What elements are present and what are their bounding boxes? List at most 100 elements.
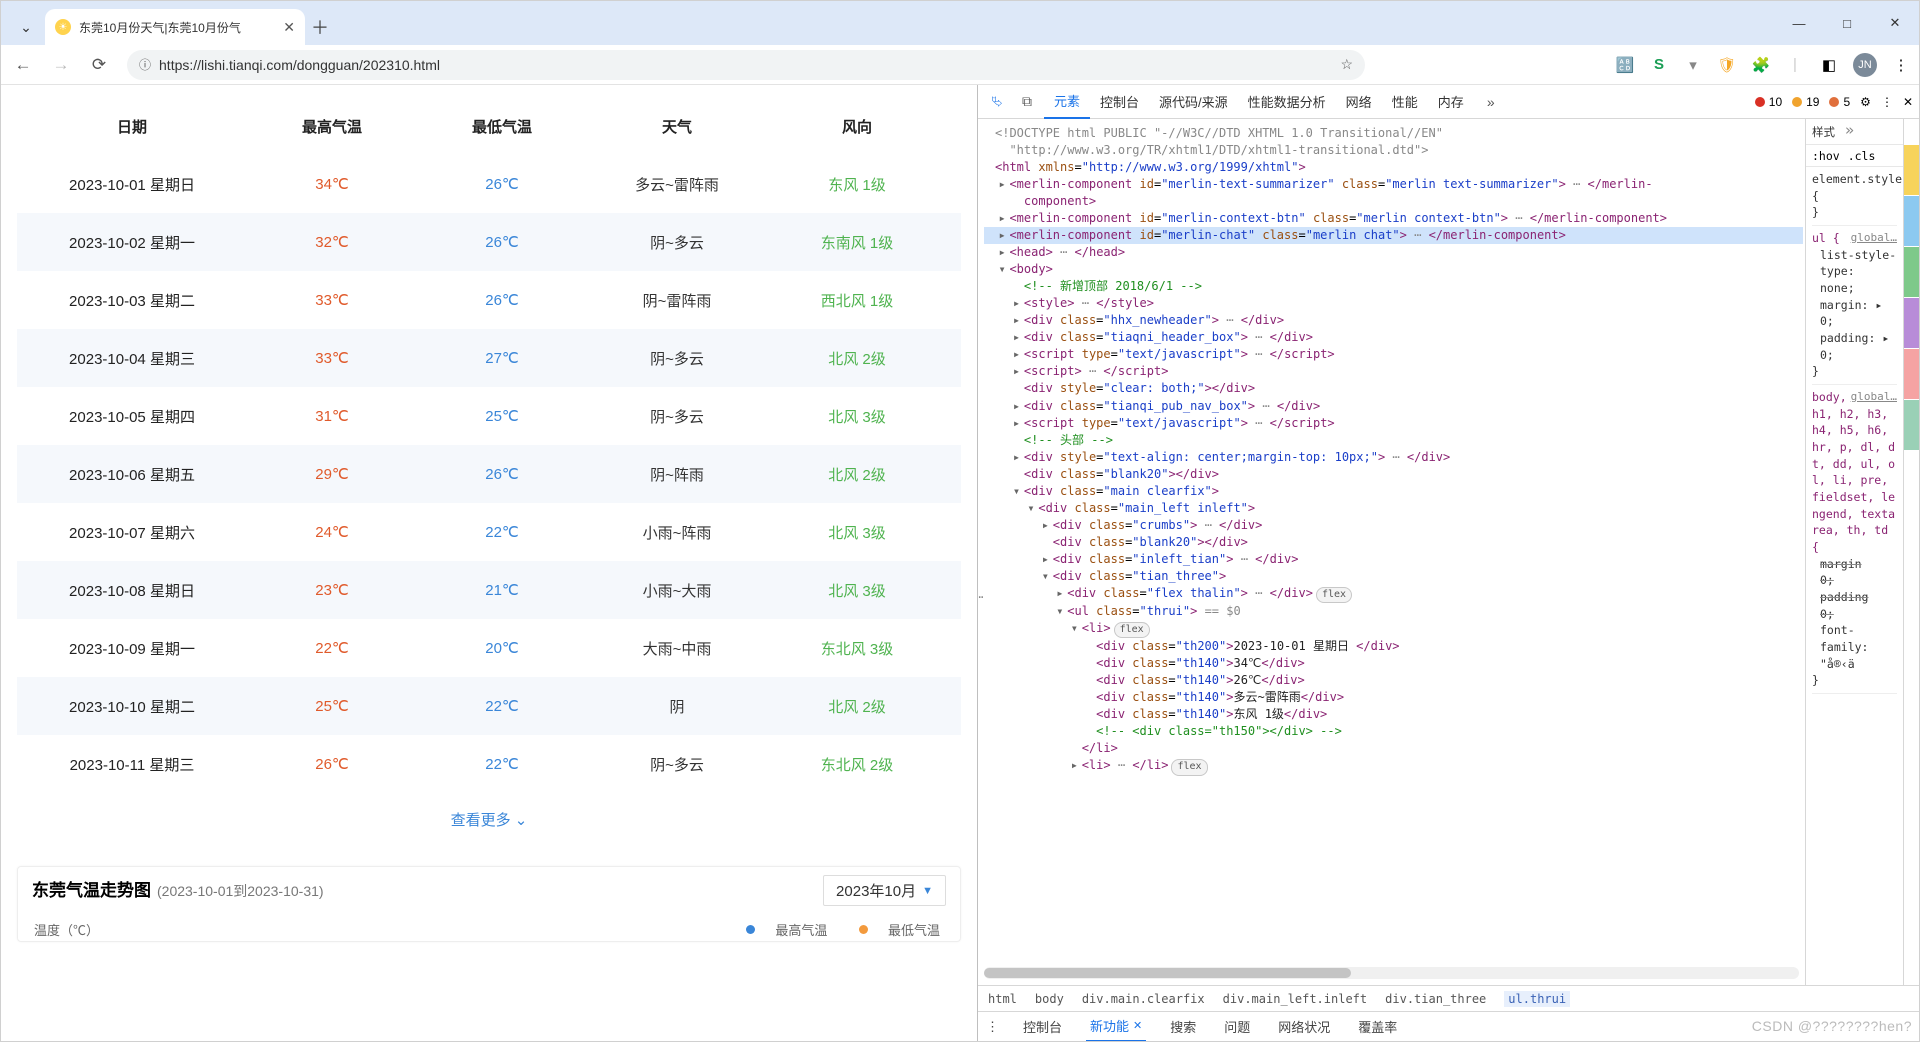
- show-more-link[interactable]: 查看更多 ⌄: [17, 793, 961, 850]
- devtools-menu-icon[interactable]: ⋮: [1881, 95, 1893, 109]
- dom-node[interactable]: <div style="clear: both;"></div>: [984, 380, 1803, 397]
- dom-node[interactable]: ▸<style> ⋯ </style>: [984, 295, 1803, 312]
- browser-tab[interactable]: ☀ 东莞10月份天气|东莞10月份气 ✕: [45, 9, 305, 45]
- breadcrumb-item[interactable]: ul.thrui: [1504, 991, 1570, 1007]
- legend-lo: 最低气温: [845, 920, 940, 939]
- dom-node[interactable]: </li>: [984, 740, 1803, 757]
- dom-node[interactable]: ▸<merlin-component id="merlin-context-bt…: [984, 210, 1803, 227]
- error-count[interactable]: 10: [1755, 95, 1782, 109]
- breadcrumb-item[interactable]: body: [1035, 992, 1064, 1006]
- ext-puzzle-icon[interactable]: 🧩: [1751, 55, 1771, 75]
- drawer-menu-icon[interactable]: ⋮: [986, 1019, 999, 1035]
- dom-node[interactable]: ▸<div style="text-align: center;margin-t…: [984, 449, 1803, 466]
- device-icon[interactable]: ⧉: [1014, 93, 1040, 110]
- dom-node[interactable]: component>: [984, 193, 1803, 210]
- back-button[interactable]: ←: [9, 51, 37, 79]
- dom-node[interactable]: <!DOCTYPE html PUBLIC "-//W3C//DTD XHTML…: [984, 125, 1803, 142]
- dom-node[interactable]: ▸<div class="crumbs"> ⋯ </div>: [984, 517, 1803, 534]
- close-devtools-icon[interactable]: ✕: [1903, 95, 1913, 109]
- devtools-tab[interactable]: 元素: [1044, 85, 1090, 119]
- drawer-tab[interactable]: 问题: [1220, 1012, 1254, 1042]
- dom-scrollbar[interactable]: [984, 967, 1799, 979]
- dom-node[interactable]: ▸<div class="tiaqni_header_box"> ⋯ </div…: [984, 329, 1803, 346]
- ext-s-icon[interactable]: S: [1649, 55, 1669, 75]
- dom-node[interactable]: ▸<li> ⋯ </li>flex: [984, 757, 1803, 775]
- table-row: 2023-10-07 星期六24℃22℃小雨~阵雨北风 3级: [17, 503, 961, 561]
- breadcrumb-item[interactable]: div.main_left.inleft: [1223, 992, 1368, 1006]
- dom-node[interactable]: <!-- <div class="th150"></div> -->: [984, 723, 1803, 740]
- devtools-tab[interactable]: 性能: [1382, 85, 1428, 119]
- site-info-icon[interactable]: ⓘ: [139, 56, 151, 73]
- dom-node[interactable]: ▾<ul class="thrui"> == $0: [984, 603, 1803, 620]
- settings-icon[interactable]: ⚙: [1860, 95, 1871, 109]
- cls-toggle[interactable]: .cls: [1848, 149, 1876, 163]
- dom-node[interactable]: ▸<script type="text/javascript"> ⋯ </scr…: [984, 346, 1803, 363]
- hov-toggle[interactable]: :hov: [1812, 149, 1840, 163]
- dom-node[interactable]: <!-- 头部 -->: [984, 432, 1803, 449]
- side-panel-icon[interactable]: ◧: [1819, 55, 1839, 75]
- new-tab-button[interactable]: ＋: [305, 9, 335, 45]
- warning-count[interactable]: 19: [1792, 95, 1819, 109]
- forward-button[interactable]: →: [47, 51, 75, 79]
- window-close[interactable]: ✕: [1871, 1, 1919, 45]
- dom-node[interactable]: ▸<script> ⋯ </script>: [984, 363, 1803, 380]
- table-row: 2023-10-01 星期日34℃26℃多云~雷阵雨东风 1级: [17, 155, 961, 213]
- dom-node[interactable]: <div class="th200">2023-10-01 星期日 </div>: [984, 638, 1803, 655]
- breadcrumb-item[interactable]: html: [988, 992, 1017, 1006]
- devtools-tab[interactable]: 性能数据分析: [1238, 85, 1336, 119]
- dom-node[interactable]: "http://www.w3.org/TR/xhtml1/DTD/xhtml1-…: [984, 142, 1803, 159]
- dom-node[interactable]: <html xmlns="http://www.w3.org/1999/xhtm…: [984, 159, 1803, 176]
- profile-avatar[interactable]: JN: [1853, 53, 1877, 77]
- y-axis-label: 温度（℃）: [34, 920, 99, 939]
- dom-node[interactable]: ▸<div class="hhx_newheader"> ⋯ </div>: [984, 312, 1803, 329]
- dom-node[interactable]: <div class="th140">多云~雷阵雨</div>: [984, 689, 1803, 706]
- tab-search-button[interactable]: ⌄: [7, 9, 45, 45]
- dom-breadcrumbs[interactable]: html body div.main.clearfix div.main_left.i…: [978, 985, 1919, 1011]
- devtools-tab[interactable]: 控制台: [1090, 85, 1149, 119]
- window-maximize[interactable]: □: [1823, 1, 1871, 45]
- drawer-tab[interactable]: 搜索: [1166, 1012, 1200, 1042]
- styles-tab[interactable]: 样式: [1812, 124, 1835, 140]
- ext-shield-icon[interactable]: 🛡: [1717, 55, 1737, 75]
- chrome-menu-icon[interactable]: ⋮: [1891, 55, 1911, 75]
- dom-node[interactable]: ▸<script type="text/javascript"> ⋯ </scr…: [984, 415, 1803, 432]
- drawer-tab[interactable]: 网络状况: [1274, 1012, 1334, 1042]
- dom-node[interactable]: ▸<merlin-component id="merlin-text-summa…: [984, 176, 1803, 193]
- dom-node[interactable]: <div class="th140">26℃</div>: [984, 672, 1803, 689]
- breadcrumb-item[interactable]: div.main.clearfix: [1082, 992, 1205, 1006]
- dom-node[interactable]: ▸<merlin-component id="merlin-chat" clas…: [984, 227, 1803, 244]
- close-tab-icon[interactable]: ✕: [283, 19, 295, 36]
- dom-node[interactable]: <div class="blank20"></div>: [984, 534, 1803, 551]
- more-tabs-icon[interactable]: »: [1478, 94, 1504, 110]
- dom-node[interactable]: ▾<div class="main_left inleft">: [984, 500, 1803, 517]
- drawer-tab[interactable]: 新功能 ✕: [1086, 1012, 1146, 1042]
- inspect-icon[interactable]: ⮱: [984, 93, 1010, 110]
- dom-node[interactable]: ▾<div class="tian_three">: [984, 568, 1803, 585]
- drawer-tab[interactable]: 控制台: [1019, 1012, 1066, 1042]
- breadcrumb-item[interactable]: div.tian_three: [1385, 992, 1486, 1006]
- dom-tree[interactable]: <!DOCTYPE html PUBLIC "-//W3C//DTD XHTML…: [978, 119, 1805, 985]
- devtools-tab[interactable]: 网络: [1336, 85, 1382, 119]
- drawer-tab[interactable]: 覆盖率: [1354, 1012, 1401, 1042]
- url-input[interactable]: ⓘ https://lishi.tianqi.com/dongguan/2023…: [127, 50, 1365, 80]
- dom-node[interactable]: ▸<div class="flex thalin"> ⋯ </div>flex: [984, 585, 1803, 603]
- dom-node[interactable]: <!-- 新增顶部 2018/6/1 -->: [984, 278, 1803, 295]
- devtools-tab[interactable]: 源代码/来源: [1149, 85, 1238, 119]
- ext-vue-icon[interactable]: ▾: [1683, 55, 1703, 75]
- reload-button[interactable]: ⟳: [85, 51, 113, 79]
- dom-node[interactable]: <div class="th140">34℃</div>: [984, 655, 1803, 672]
- dom-node[interactable]: ▸<div class="inleft_tian"> ⋯ </div>: [984, 551, 1803, 568]
- window-minimize[interactable]: —: [1775, 1, 1823, 45]
- bookmark-icon[interactable]: ☆: [1340, 56, 1353, 73]
- dom-node[interactable]: ▸<head> ⋯ </head>: [984, 244, 1803, 261]
- dom-node[interactable]: ▾<li>flex: [984, 620, 1803, 638]
- th-lo: 最低气温: [417, 116, 587, 137]
- dom-node[interactable]: ▾<body>: [984, 261, 1803, 278]
- ext-translate-icon[interactable]: 🔠: [1615, 55, 1635, 75]
- month-picker[interactable]: 2023年10月▼: [823, 875, 946, 906]
- dom-node[interactable]: <div class="th140">东风 1级</div>: [984, 706, 1803, 723]
- dom-node[interactable]: ▾<div class="main clearfix">: [984, 483, 1803, 500]
- dom-node[interactable]: ▸<div class="tianqi_pub_nav_box"> ⋯ </di…: [984, 398, 1803, 415]
- devtools-tab[interactable]: 内存: [1428, 85, 1474, 119]
- dom-node[interactable]: <div class="blank20"></div>: [984, 466, 1803, 483]
